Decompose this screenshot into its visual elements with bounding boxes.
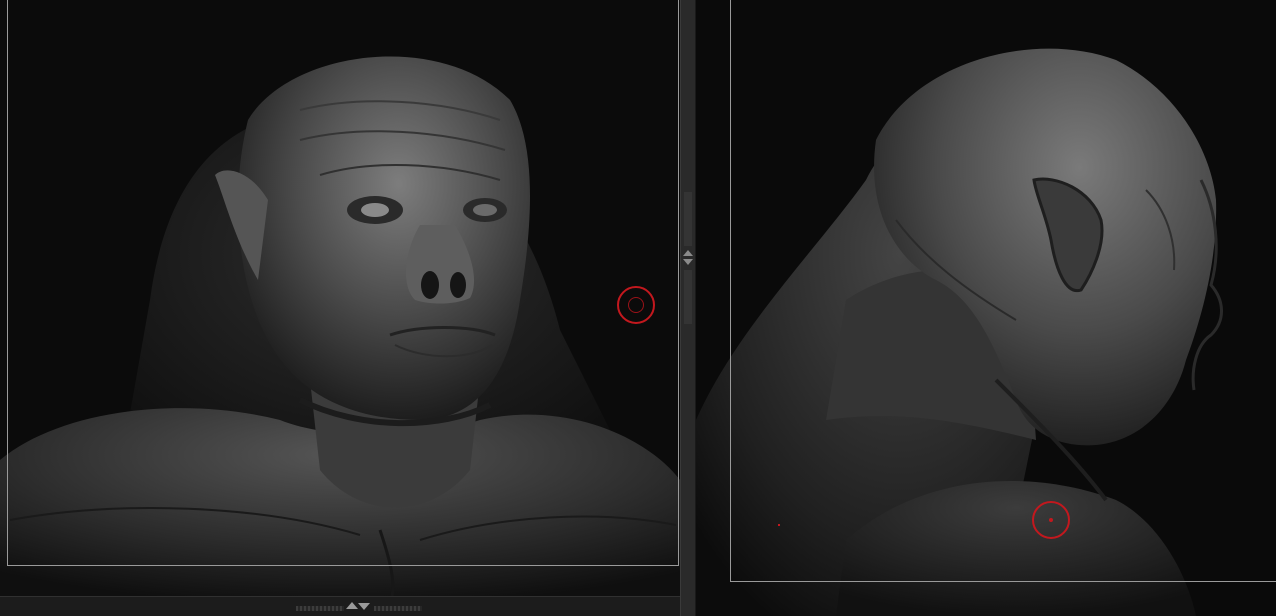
brush-center-dot-icon (1049, 518, 1053, 522)
viewport-divider[interactable] (680, 0, 696, 616)
panel-resize-grip-icon[interactable] (296, 606, 344, 611)
bottom-shelf-bar[interactable] (0, 596, 680, 616)
brush-inner-ring-icon (628, 297, 644, 313)
expand-arrows-icon[interactable] (358, 603, 370, 610)
safe-frame-right (730, 0, 1276, 582)
brush-cursor-icon (1032, 501, 1070, 539)
collapse-arrows-icon[interactable] (346, 602, 358, 609)
brush-cursor-icon (617, 286, 655, 324)
safe-frame-left (7, 0, 679, 566)
collapse-arrows-icon[interactable] (683, 250, 693, 256)
viewport-right[interactable] (696, 0, 1276, 616)
divider-grip-icon[interactable] (684, 192, 692, 246)
panel-resize-grip-icon[interactable] (374, 606, 422, 611)
expand-arrows-icon[interactable] (683, 259, 693, 265)
viewport-left[interactable] (0, 0, 680, 616)
pivot-marker-icon (778, 524, 780, 526)
divider-grip-icon[interactable] (684, 270, 692, 324)
